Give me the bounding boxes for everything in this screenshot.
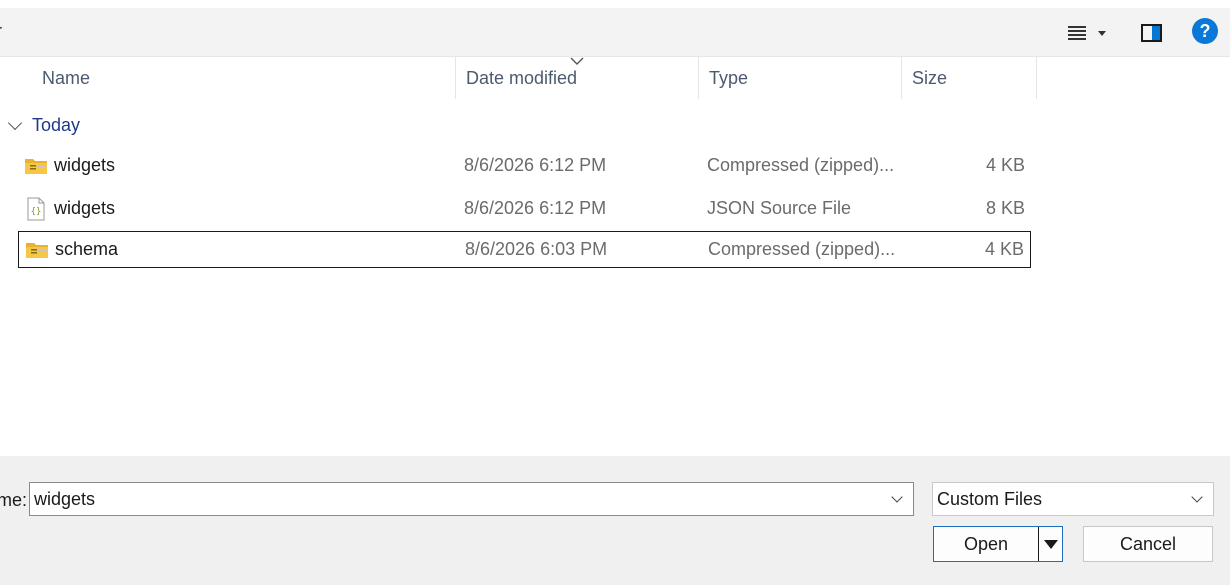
file-type: Compressed (zipped)... bbox=[707, 155, 895, 175]
file-type: Compressed (zipped)... bbox=[708, 239, 896, 259]
help-icon: ? bbox=[1199, 20, 1211, 41]
toolbar-clipped-text: r bbox=[0, 21, 2, 42]
title-strip bbox=[0, 0, 1230, 8]
file-date: 8/6/2026 6:03 PM bbox=[465, 239, 608, 259]
file-size: 4 KB bbox=[984, 239, 1024, 259]
file-size: 4 KB bbox=[985, 155, 1025, 175]
open-button[interactable]: Open bbox=[933, 526, 1063, 562]
cancel-button[interactable]: Cancel bbox=[1083, 526, 1213, 562]
view-menu-button[interactable] bbox=[1060, 20, 1114, 46]
file-name-cell: schema bbox=[25, 231, 118, 268]
preview-pane-icon bbox=[1140, 24, 1162, 42]
cancel-button-label: Cancel bbox=[1119, 533, 1177, 554]
filename-combobox[interactable] bbox=[29, 482, 914, 516]
list-view-icon bbox=[1068, 26, 1086, 40]
column-header-size-label: Size bbox=[912, 67, 948, 88]
column-header-date-label: Date modified bbox=[466, 67, 578, 88]
file-name-cell: {} widgets bbox=[24, 190, 115, 227]
file-type: JSON Source File bbox=[707, 198, 852, 218]
json-file-icon: {} bbox=[27, 197, 45, 220]
toolbar: r ? bbox=[0, 8, 1230, 57]
column-header-type-label: Type bbox=[709, 67, 749, 88]
filename-input[interactable] bbox=[34, 488, 864, 510]
svg-text:{}: {} bbox=[31, 207, 42, 217]
dialog-footer: me: Custom Files Open Cancel bbox=[0, 456, 1230, 585]
chevron-down-icon bbox=[7, 115, 23, 131]
chevron-down-icon bbox=[1191, 491, 1203, 503]
chevron-down-icon[interactable] bbox=[891, 491, 903, 503]
group-header-today[interactable]: Today bbox=[6, 112, 80, 138]
open-options-arrow-icon[interactable] bbox=[1044, 539, 1058, 549]
file-row[interactable]: {} widgets 8/6/2026 6:12 PM JSON Source … bbox=[18, 190, 1031, 227]
file-name: widgets bbox=[54, 155, 116, 175]
file-type-filter-value: Custom Files bbox=[937, 488, 1043, 509]
preview-pane-button[interactable] bbox=[1138, 20, 1164, 46]
column-header-date[interactable]: Date modified bbox=[456, 57, 699, 99]
caret-down-icon bbox=[1098, 30, 1106, 36]
file-type-filter[interactable]: Custom Files bbox=[932, 482, 1214, 516]
file-size: 8 KB bbox=[985, 198, 1025, 218]
file-row-selected[interactable]: schema 8/6/2026 6:03 PM Compressed (zipp… bbox=[18, 231, 1031, 268]
file-name: schema bbox=[55, 239, 119, 259]
column-header-type[interactable]: Type bbox=[699, 57, 902, 99]
file-date: 8/6/2026 6:12 PM bbox=[464, 198, 607, 218]
file-name: widgets bbox=[54, 198, 116, 218]
column-header-size[interactable]: Size bbox=[902, 57, 1037, 99]
column-header-row: Name Date modified Type Size bbox=[0, 57, 1230, 99]
zip-folder-icon bbox=[25, 158, 47, 174]
open-button-label: Open bbox=[963, 533, 1009, 554]
split-divider bbox=[1038, 527, 1039, 561]
filename-label: me: bbox=[0, 490, 28, 510]
column-header-name-label: Name bbox=[42, 67, 91, 88]
group-label: Today bbox=[32, 114, 81, 135]
file-name-cell: widgets bbox=[24, 147, 115, 184]
file-date: 8/6/2026 6:12 PM bbox=[464, 155, 607, 175]
file-row[interactable]: widgets 8/6/2026 6:12 PM Compressed (zip… bbox=[18, 147, 1031, 184]
zip-folder-icon bbox=[26, 242, 48, 258]
help-button[interactable]: ? bbox=[1192, 18, 1218, 44]
column-header-name[interactable]: Name bbox=[32, 57, 456, 99]
